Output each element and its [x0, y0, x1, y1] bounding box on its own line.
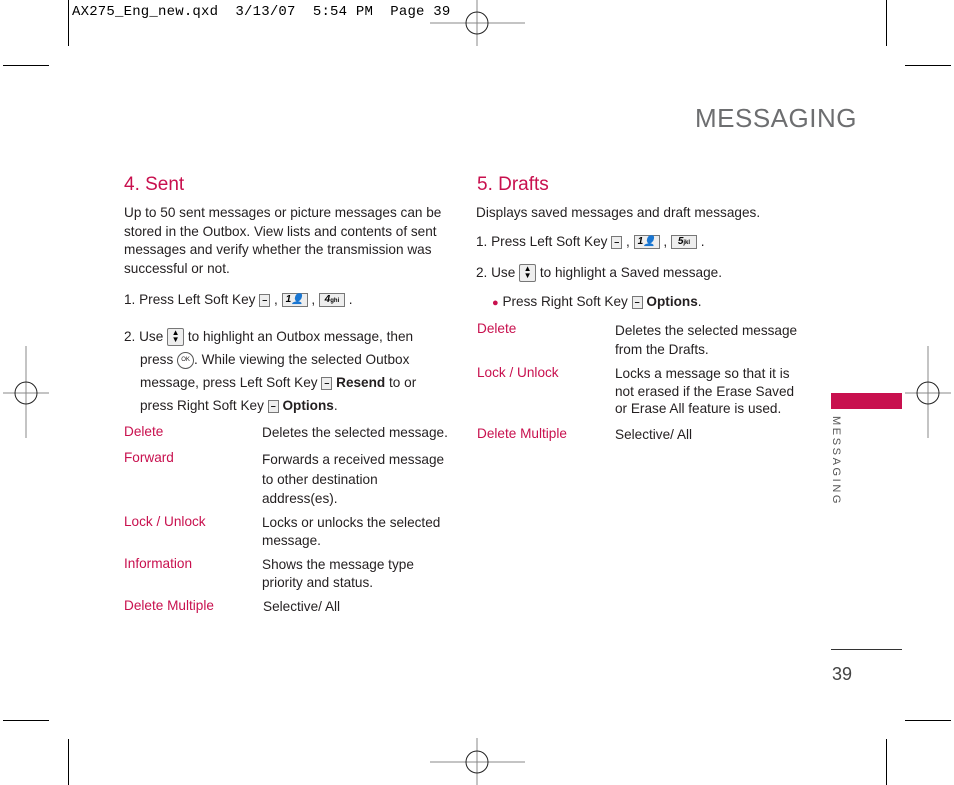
navigation-key-icon: ▲ ▼ — [519, 264, 537, 283]
crop-mark — [886, 0, 887, 46]
file-slug: AX275_Eng_new.qxd 3/13/07 5:54 PM Page 3… — [72, 4, 451, 20]
sent-option-def: Shows the message type priority and statu… — [262, 557, 414, 590]
ok-key-icon: OK — [177, 351, 195, 369]
drafts-step-2: 2. Use ▲ ▼ to highlight a Saved message. — [476, 264, 722, 283]
options-label: Options — [646, 294, 698, 309]
drafts-intro: Displays saved messages and draft messag… — [476, 205, 761, 220]
sent-heading: 4. Sent — [124, 174, 185, 195]
side-tab-label: MESSAGING — [830, 416, 842, 507]
crop-mark — [886, 739, 887, 785]
sent-intro-line: Up to 50 sent messages or picture messag… — [124, 205, 442, 220]
sent-option-def: Forwards a received message to other dest… — [262, 452, 445, 506]
drafts-heading: 5. Drafts — [477, 174, 549, 195]
sent-option-term: Information — [124, 556, 193, 571]
sent-intro-line: stored in the Outbox. View lists and con… — [124, 223, 437, 239]
drafts-option-def: Locks a message so that it is not erased … — [615, 366, 795, 416]
crop-mark — [68, 739, 69, 785]
registration-mark-icon — [3, 346, 49, 438]
drafts-option-def: Deletes the selected message from the Dra… — [615, 323, 798, 357]
step-text: message, press Left Soft Key — [140, 375, 318, 390]
sent-intro-line: successful or not. — [124, 260, 230, 276]
step-text: press — [140, 352, 174, 367]
step-text: press Right Soft Key — [140, 398, 264, 413]
page-number-rule — [831, 649, 902, 650]
navigation-key-icon: ▲ ▼ — [167, 328, 185, 347]
sent-option-term: Delete — [124, 424, 164, 439]
drafts-bullet: ● Press Right Soft Key – Options. — [492, 293, 702, 313]
crop-mark — [905, 65, 951, 66]
step-text: to or — [389, 375, 417, 390]
side-tab-bar — [831, 393, 902, 409]
right-soft-key-icon: – — [267, 399, 279, 413]
section-title: MESSAGING — [695, 103, 857, 133]
sent-intro: Up to 50 sent messages or picture messag… — [124, 204, 454, 278]
crop-mark — [68, 0, 69, 46]
drafts-option-def: Selective/ All — [615, 427, 693, 442]
drafts-step-1: 1. Press Left Soft Key – , 1👤 , 5jkl . — [476, 234, 705, 250]
step-text: 1. Press Left Soft Key — [476, 234, 608, 249]
sent-step-1: 1. Press Left Soft Key – , 1👤 , 14ghi . — [124, 292, 353, 308]
resend-label: Resend — [336, 375, 386, 390]
step-text: 2. Use — [476, 265, 516, 280]
drafts-option-term: Delete — [477, 321, 517, 336]
registration-mark-icon — [430, 738, 525, 785]
key-1-icon: 1👤 — [633, 235, 660, 250]
left-soft-key-icon: – — [321, 376, 333, 390]
key-5-icon: 5jkl — [670, 235, 697, 250]
sent-step-2: 2. Use ▲ ▼ to highlight an Outbox message… — [124, 325, 416, 417]
registration-mark-icon — [430, 0, 525, 46]
right-soft-key-icon: – — [631, 295, 643, 309]
step-text: 1. Press Left Soft Key — [124, 292, 256, 307]
left-soft-key-icon: – — [259, 293, 271, 307]
step-text: . While viewing the selected Outbox — [194, 352, 410, 367]
drafts-option-term: Lock / Unlock — [477, 365, 559, 380]
sent-option-def: Deletes the selected message. — [262, 425, 448, 440]
crop-mark — [3, 720, 49, 721]
step-text: 2. Use — [124, 329, 164, 344]
drafts-option-term: Delete Multiple — [477, 426, 567, 441]
step-text: . — [697, 294, 702, 309]
step-text: to highlight a Saved message. — [539, 265, 722, 280]
crop-mark — [905, 720, 951, 721]
key-1-icon: 1👤 — [281, 293, 308, 308]
registration-mark-icon — [905, 346, 951, 438]
left-soft-key-icon: – — [611, 235, 623, 249]
sent-option-term: Delete Multiple — [124, 598, 214, 613]
step-text: . — [333, 398, 338, 413]
crop-mark — [3, 65, 49, 66]
step-text: to highlight an Outbox message, then — [187, 329, 414, 344]
bullet-icon: ● — [492, 297, 499, 309]
page-number: 39 — [832, 664, 853, 684]
sent-intro-line: messages and verify whether the transmis… — [124, 242, 432, 258]
sent-option-def: Selective/ All — [263, 599, 341, 614]
key-4-icon: 14ghi — [318, 293, 345, 308]
step-text: Press Right Soft Key — [502, 294, 628, 309]
sent-option-def: Locks or unlocks the selected message. — [262, 515, 441, 548]
options-label: Options — [282, 398, 334, 413]
sent-option-term: Forward — [124, 450, 174, 465]
sent-option-term: Lock / Unlock — [124, 514, 206, 529]
